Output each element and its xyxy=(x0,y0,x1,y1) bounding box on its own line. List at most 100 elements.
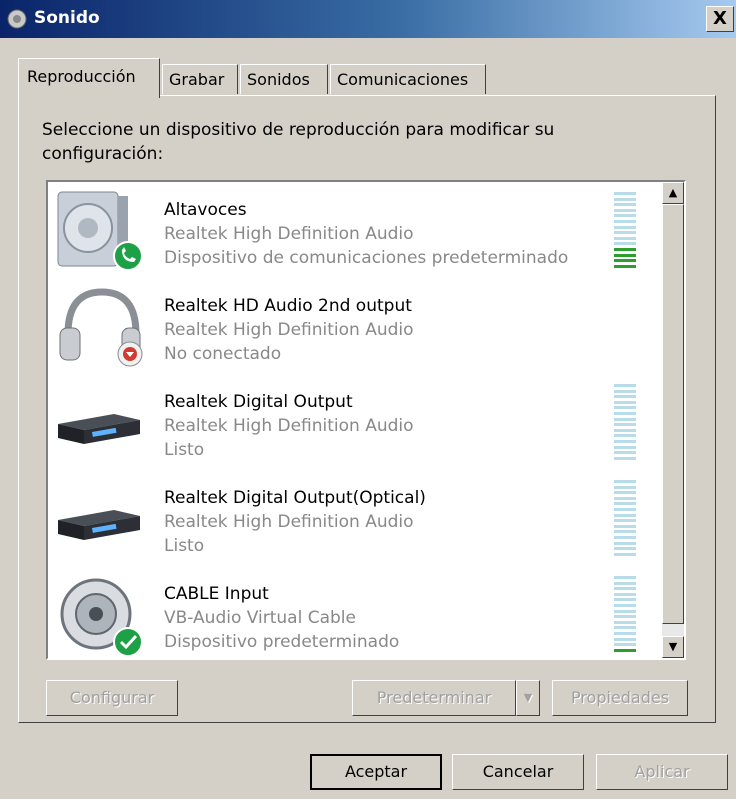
title-bar[interactable]: Sonido X xyxy=(0,0,736,38)
tab-reproduccion[interactable]: Reproducción xyxy=(18,58,160,98)
meter-segment xyxy=(614,406,636,410)
meter-segment xyxy=(614,598,636,602)
meter-segment xyxy=(614,530,636,534)
tab-sonidos[interactable]: Sonidos xyxy=(240,64,328,94)
meter-segment xyxy=(614,417,636,421)
list-item[interactable]: Realtek Digital Output Realtek High Defi… xyxy=(48,374,662,470)
meter-segment xyxy=(614,508,636,511)
meter-segment xyxy=(614,552,636,556)
meter-segment xyxy=(614,440,636,443)
meter-segment xyxy=(614,220,636,223)
device-driver: VB-Audio Virtual Cable xyxy=(164,608,356,628)
meter-segment xyxy=(614,648,636,652)
level-meter xyxy=(614,384,636,464)
configure-button[interactable]: Configurar xyxy=(46,680,178,716)
device-name: Realtek Digital Output(Optical) xyxy=(164,488,426,508)
device-status: No conectado xyxy=(164,344,282,364)
window-title: Sonido xyxy=(34,8,100,28)
device-status: Listo xyxy=(164,440,205,460)
disconnected-badge-icon xyxy=(117,341,143,367)
meter-segment xyxy=(614,536,636,539)
phone-badge-icon xyxy=(113,241,143,271)
meter-segment xyxy=(614,214,636,218)
scroll-up-button[interactable]: ▲ xyxy=(662,182,684,204)
apply-button[interactable]: Aplicar xyxy=(596,754,728,790)
scroll-thumb[interactable] xyxy=(662,204,684,624)
vertical-scrollbar[interactable]: ▲ ▼ xyxy=(662,182,684,658)
level-meter xyxy=(614,576,636,656)
meter-segment xyxy=(614,225,636,229)
device-driver: Realtek High Definition Audio xyxy=(164,416,414,436)
meter-segment xyxy=(614,236,636,240)
speaker-icon xyxy=(57,191,143,271)
meter-segment xyxy=(614,615,636,619)
list-item[interactable]: Altavoces Realtek High Definition Audio … xyxy=(48,182,662,278)
tab-comunicaciones[interactable]: Comunicaciones xyxy=(330,64,486,94)
meter-segment xyxy=(614,496,636,500)
speaker-app-icon xyxy=(7,9,27,29)
meter-segment xyxy=(614,248,636,251)
chevron-down-icon: ▼ xyxy=(523,691,533,704)
level-meter xyxy=(614,192,636,272)
meter-segment xyxy=(614,547,636,551)
device-driver: Realtek High Definition Audio xyxy=(164,320,414,340)
meter-segment xyxy=(614,581,636,585)
list-item[interactable]: Realtek Digital Output(Optical) Realtek … xyxy=(48,470,662,566)
meter-segment xyxy=(614,541,636,545)
meter-segment xyxy=(614,592,636,596)
meter-segment xyxy=(614,395,636,399)
meter-segment xyxy=(614,203,636,207)
meter-segment xyxy=(614,428,636,432)
set-default-dropdown[interactable]: ▼ xyxy=(516,680,540,716)
default-check-badge-icon xyxy=(113,627,143,657)
digital-output-icon xyxy=(58,510,140,540)
list-item[interactable]: CABLE Input VB-Audio Virtual Cable Dispo… xyxy=(48,566,662,658)
cable-input-icon xyxy=(60,578,143,657)
meter-segment xyxy=(614,259,636,263)
properties-button[interactable]: Propiedades xyxy=(552,680,688,716)
device-driver: Realtek High Definition Audio xyxy=(164,512,414,532)
meter-segment xyxy=(614,389,636,393)
meter-segment xyxy=(614,384,636,387)
tab-grabar[interactable]: Grabar xyxy=(162,64,238,94)
meter-segment xyxy=(614,485,636,489)
ok-button[interactable]: Aceptar xyxy=(310,754,442,790)
meter-segment xyxy=(614,513,636,517)
close-button[interactable]: X xyxy=(706,6,734,32)
meter-segment xyxy=(614,451,636,455)
scroll-down-button[interactable]: ▼ xyxy=(662,636,684,658)
meter-segment xyxy=(614,643,636,647)
meter-segment xyxy=(614,587,636,591)
meter-segment xyxy=(614,524,636,528)
list-item[interactable]: Realtek HD Audio 2nd output Realtek High… xyxy=(48,278,662,374)
meter-segment xyxy=(614,626,636,630)
meter-segment xyxy=(614,637,636,641)
meter-segment xyxy=(614,576,636,579)
meter-segment xyxy=(614,423,636,427)
device-name: Realtek Digital Output xyxy=(164,392,353,412)
meter-segment xyxy=(614,264,636,268)
meter-segment xyxy=(614,519,636,523)
device-status: Dispositivo predeterminado xyxy=(164,632,400,652)
meter-segment xyxy=(614,445,636,449)
device-status: Dispositivo de comunicaciones predetermi… xyxy=(164,248,569,268)
device-name: Altavoces xyxy=(164,200,247,220)
device-status: Listo xyxy=(164,536,205,556)
meter-segment xyxy=(614,604,636,607)
meter-segment xyxy=(614,192,636,195)
meter-segment xyxy=(614,242,636,246)
headphones-icon xyxy=(59,288,143,367)
meter-segment xyxy=(614,197,636,201)
digital-output-icon xyxy=(58,414,140,444)
meter-segment xyxy=(614,456,636,460)
device-list[interactable]: Altavoces Realtek High Definition Audio … xyxy=(46,180,686,660)
cancel-button[interactable]: Cancelar xyxy=(452,754,584,790)
meter-segment xyxy=(614,502,636,506)
set-default-button[interactable]: Predeterminar xyxy=(352,680,516,716)
meter-segment xyxy=(614,491,636,495)
device-driver: Realtek High Definition Audio xyxy=(164,224,414,244)
level-meter xyxy=(614,480,636,560)
meter-segment xyxy=(614,632,636,635)
device-name: CABLE Input xyxy=(164,584,269,604)
meter-segment xyxy=(614,208,636,212)
